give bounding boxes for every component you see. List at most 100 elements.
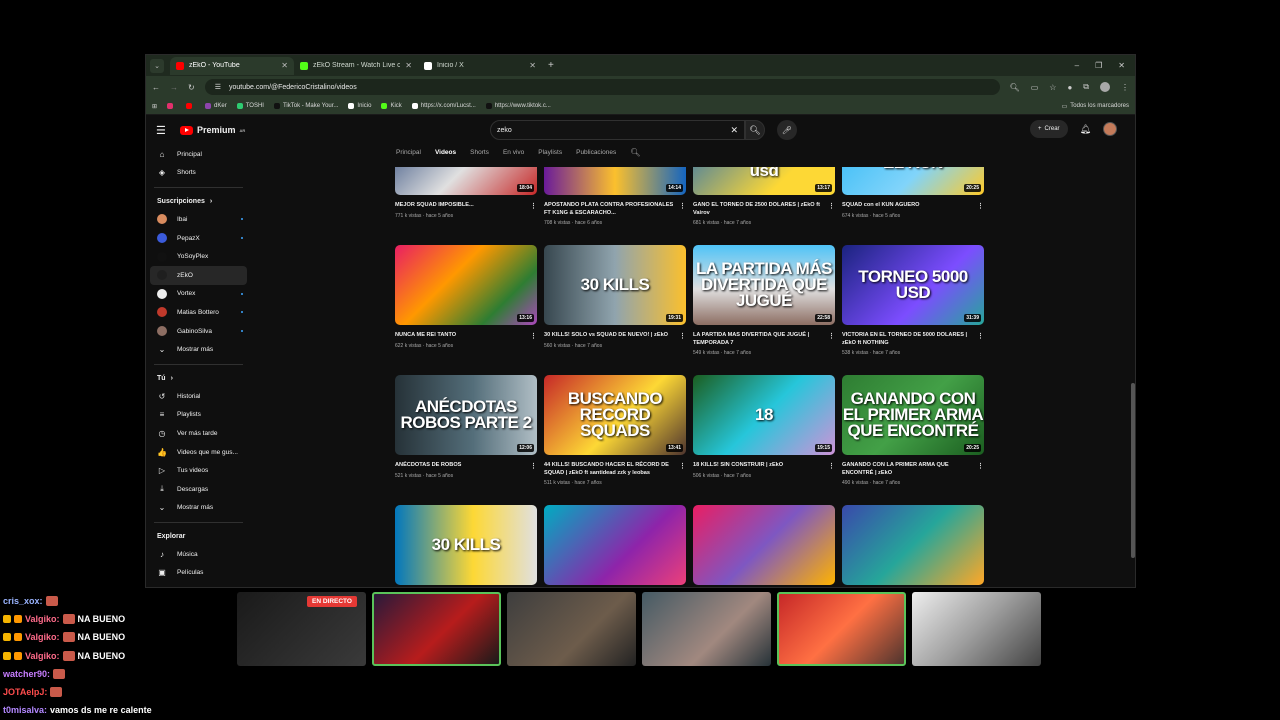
close-window-icon[interactable]: ✕: [1118, 61, 1125, 70]
bookmark-item[interactable]: https://x.com/Lucst...: [411, 103, 476, 109]
tab-principal[interactable]: Principal: [396, 149, 421, 156]
browser-tab[interactable]: zEkO - YouTube ✕: [170, 56, 294, 75]
video-thumbnail[interactable]: BUSCANDO RECORD SQUADS 13:41: [544, 375, 686, 455]
restore-icon[interactable]: ❐: [1095, 61, 1102, 70]
sidebar-channel-item[interactable]: YoSoyPlex: [146, 247, 251, 266]
chat-username[interactable]: cris_xox:: [3, 596, 43, 606]
forward-icon[interactable]: →: [170, 83, 178, 92]
youtube-logo[interactable]: Premium AR: [180, 125, 245, 135]
video-card[interactable]: TORNEO 5000 USD 31:39 VICTORIA EN EL TORNE…: [842, 245, 984, 356]
tab-playlists[interactable]: Playlists: [538, 149, 562, 156]
clear-search-icon[interactable]: ✕: [730, 125, 738, 136]
video-card[interactable]: [693, 505, 835, 585]
new-tab-button[interactable]: +: [548, 60, 554, 71]
tab-close-icon[interactable]: ✕: [405, 61, 412, 70]
more-options-icon[interactable]: ⋮: [828, 332, 835, 341]
all-bookmarks-link[interactable]: ▭ Todos los marcadores: [1062, 103, 1129, 110]
create-button[interactable]: + Crear: [1030, 120, 1068, 138]
scrollbar[interactable]: [1131, 383, 1135, 558]
channel-search-icon[interactable]: 🔍︎: [630, 148, 640, 157]
sidebar-channel-item[interactable]: PepazX: [146, 229, 251, 248]
bookmark-item[interactable]: Inicio: [348, 103, 371, 109]
chat-username[interactable]: Valgiko:: [25, 632, 60, 642]
show-more-subs[interactable]: ⌄ Mostrar más: [146, 340, 251, 359]
chat-username[interactable]: Valgiko:: [25, 614, 60, 624]
video-thumbnail[interactable]: [842, 505, 984, 585]
hamburger-menu-icon[interactable]: ☰: [156, 124, 180, 137]
sidebar-item-you[interactable]: ⌄ Mostrar más: [146, 499, 251, 518]
video-card[interactable]: SQUAD ÉPICA18:04 MEJOR SQUAD IMPOSIBLE...…: [395, 167, 537, 219]
minimize-icon[interactable]: –: [1075, 61, 1079, 70]
bookmark-item[interactable]: TikTok - Make Your...: [273, 103, 338, 109]
video-title[interactable]: GANO EL TORNEO DE 2500 DOLARES | zEkO ft…: [693, 202, 835, 217]
back-icon[interactable]: ←: [152, 83, 160, 92]
video-thumbnail[interactable]: LA PARTIDA MÁS DIVERTIDA QUE JUGUÉ 22:58: [693, 245, 835, 325]
video-title[interactable]: GANANDO CON LA PRIMER ARMA QUE ENCONTRÉ …: [842, 462, 984, 477]
video-thumbnail[interactable]: [544, 505, 686, 585]
sidebar-channel-item[interactable]: Vortex: [146, 285, 251, 304]
bookmark-item[interactable]: dKer: [205, 103, 227, 109]
video-thumbnail[interactable]: [693, 505, 835, 585]
video-card[interactable]: $$$ VS PROS14:14 APOSTANDO PLATA CONTRA P…: [544, 167, 686, 226]
video-title[interactable]: VICTORIA EN EL TORNEO DE 5000 DOLARES | …: [842, 332, 984, 347]
search-input[interactable]: zeko ✕: [490, 120, 745, 140]
cast-icon[interactable]: ▭: [1031, 83, 1039, 92]
sidebar-item-explore[interactable]: ♪ Música: [146, 545, 251, 564]
video-card[interactable]: [544, 505, 686, 585]
reload-icon[interactable]: ↻: [188, 83, 195, 92]
video-thumbnail[interactable]: 13:16: [395, 245, 537, 325]
tab-close-icon[interactable]: ✕: [281, 61, 288, 70]
video-title[interactable]: 44 KILLS! BUSCANDO HACER EL RÉCORD DE SQ…: [544, 462, 686, 477]
zoom-icon[interactable]: 🔍︎: [1010, 83, 1020, 92]
tab-videos[interactable]: Videos: [435, 149, 456, 156]
video-title[interactable]: NUNCA ME REI TANTO ⋮: [395, 332, 537, 340]
subscriptions-header[interactable]: Suscripciones ›: [146, 193, 251, 210]
url-field[interactable]: ☰ youtube.com/@FedericoCristalino/videos: [204, 79, 1000, 95]
tab-close-icon[interactable]: ✕: [529, 61, 536, 70]
video-card[interactable]: 30 KILLS: [395, 505, 537, 585]
video-card[interactable]: BUSCANDO RECORD SQUADS 13:41 44 KILLS! BUS…: [544, 375, 686, 486]
sidebar-item-you[interactable]: 👍 Videos que me gus...: [146, 443, 251, 462]
video-thumbnail[interactable]: GANANDO CON EL PRIMER ARMA QUE ENCONTRÉ 2…: [842, 375, 984, 455]
bookmark-item[interactable]: [167, 103, 176, 109]
bookmark-star-icon[interactable]: ☆: [1049, 83, 1056, 92]
video-title[interactable]: 30 KILLS! SOLO vs SQUAD DE NUEVO! | zEkO…: [544, 332, 686, 340]
video-card[interactable]: [842, 505, 984, 585]
video-thumbnail[interactable]: JUGANDO CON EL KUN 20:25: [842, 167, 984, 195]
more-options-icon[interactable]: ⋮: [530, 462, 537, 471]
tab-search-icon[interactable]: ⌄: [150, 58, 164, 73]
video-title[interactable]: SQUAD con el KUN AGUERO ⋮: [842, 202, 984, 210]
sidebar-channel-item[interactable]: Ibai: [146, 210, 251, 229]
tab-publicaciones[interactable]: Publicaciones: [576, 149, 616, 156]
bookmark-item[interactable]: Kick: [381, 103, 402, 109]
video-title[interactable]: 18 KILLS! SIN CONSTRUIR | zEkO ⋮: [693, 462, 835, 470]
more-options-icon[interactable]: ⋮: [828, 202, 835, 211]
more-options-icon[interactable]: ⋮: [530, 202, 537, 211]
you-header[interactable]: Tú ›: [146, 370, 251, 387]
video-card[interactable]: 30 KILLS 19:31 30 KILLS! SOLO vs SQUAD DE …: [544, 245, 686, 349]
tab-en-vivo[interactable]: En vivo: [503, 149, 524, 156]
sidebar-item-you[interactable]: ↺ Historial: [146, 387, 251, 406]
profile-avatar[interactable]: [1100, 82, 1110, 92]
more-options-icon[interactable]: ⋮: [679, 462, 686, 471]
video-card[interactable]: 13:16 NUNCA ME REI TANTO ⋮ 622 k vistas · h…: [395, 245, 537, 349]
sidebar-item-you[interactable]: ◷ Ver más tarde: [146, 424, 251, 443]
extension-icon[interactable]: ●: [1067, 83, 1072, 92]
video-thumbnail[interactable]: TORNEO 5000 USD 31:39: [842, 245, 984, 325]
video-thumbnail[interactable]: 18 19:15: [693, 375, 835, 455]
sidebar-item-you[interactable]: ▷ Tus videos: [146, 461, 251, 480]
menu-dots-icon[interactable]: ⋮: [1121, 83, 1129, 92]
more-options-icon[interactable]: ⋮: [679, 202, 686, 211]
video-thumbnail[interactable]: #1 VICTORY ROYALE $2500 usd 13:17: [693, 167, 835, 195]
tab-shorts[interactable]: Shorts: [470, 149, 489, 156]
video-thumbnail[interactable]: SQUAD ÉPICA18:04: [395, 167, 537, 195]
sidebar-channel-item[interactable]: GabinoSilva: [146, 322, 251, 341]
sidebar-item-shorts[interactable]: ◈ Shorts: [146, 164, 251, 183]
video-thumbnail[interactable]: 30 KILLS 19:31: [544, 245, 686, 325]
sidebar-channel-item[interactable]: Matias Bottero: [146, 303, 251, 322]
video-thumbnail[interactable]: ANÉCDOTAS ROBOS PARTE 2 12:06: [395, 375, 537, 455]
account-avatar[interactable]: [1103, 122, 1117, 136]
apps-icon[interactable]: ⊞: [152, 103, 157, 110]
video-title[interactable]: MEJOR SQUAD IMPOSIBLE... ⋮: [395, 202, 537, 210]
more-options-icon[interactable]: ⋮: [977, 462, 984, 471]
